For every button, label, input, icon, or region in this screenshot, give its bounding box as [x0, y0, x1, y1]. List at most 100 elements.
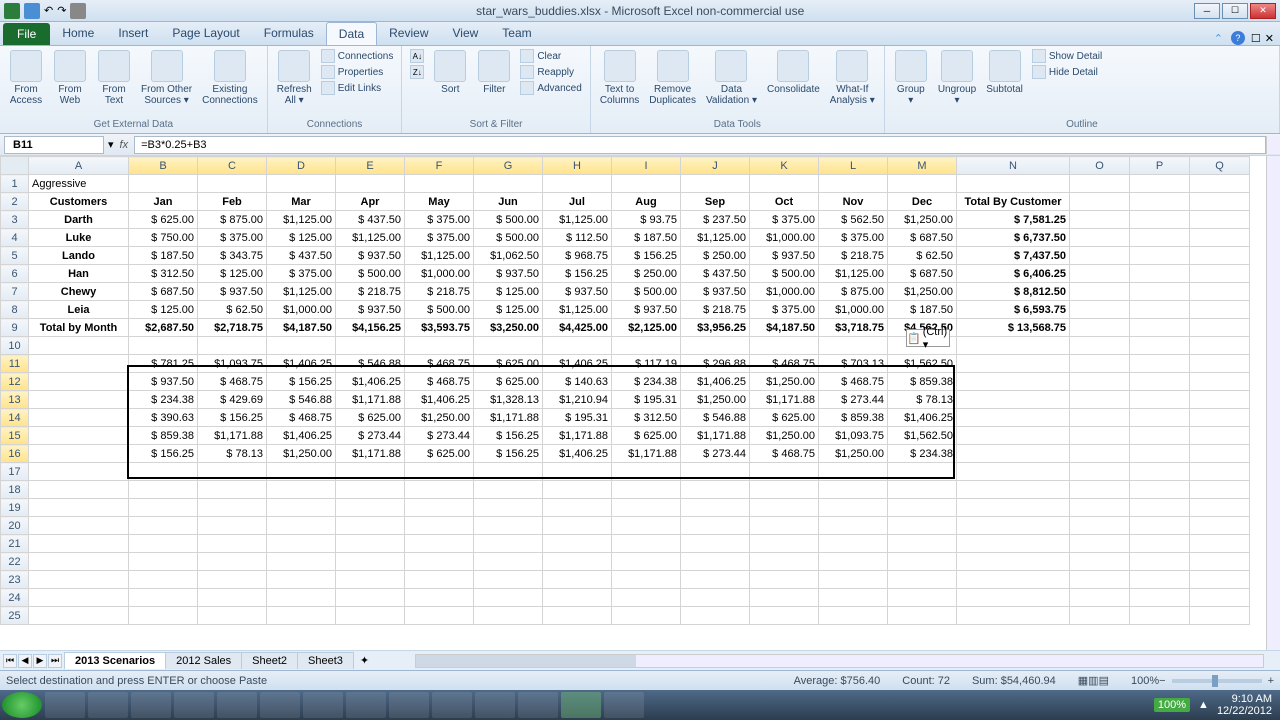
cell-Q9[interactable] [1190, 319, 1250, 337]
view-normal-icon[interactable]: ▦ [1078, 674, 1088, 687]
cell-G3[interactable]: $ 500.00 [474, 211, 543, 229]
cell-O22[interactable] [1070, 553, 1130, 571]
cell-A1[interactable]: Aggressive [29, 175, 129, 193]
cell-D25[interactable] [267, 607, 336, 625]
cell-G14[interactable]: $1,171.88 [474, 409, 543, 427]
cell-O16[interactable] [1070, 445, 1130, 463]
cell-Q25[interactable] [1190, 607, 1250, 625]
formula-input[interactable]: =B3*0.25+B3 [134, 136, 1266, 154]
cell-K17[interactable] [750, 463, 819, 481]
cell-C14[interactable]: $ 156.25 [198, 409, 267, 427]
sheet-tab-2013-scenarios[interactable]: 2013 Scenarios [64, 652, 166, 669]
tray-date[interactable]: 12/22/2012 [1217, 705, 1272, 717]
cell-I20[interactable] [612, 517, 681, 535]
cell-M16[interactable]: $ 234.38 [888, 445, 957, 463]
col-header-Q[interactable]: Q [1190, 157, 1250, 175]
cell-I12[interactable]: $ 234.38 [612, 373, 681, 391]
cell-M17[interactable] [888, 463, 957, 481]
cell-G13[interactable]: $1,328.13 [474, 391, 543, 409]
remove-duplicates-button[interactable]: RemoveDuplicates [646, 48, 699, 108]
close-button[interactable]: ✕ [1250, 3, 1276, 19]
cell-Q5[interactable] [1190, 247, 1250, 265]
cell-M11[interactable]: $1,562.50 [888, 355, 957, 373]
cell-P20[interactable] [1130, 517, 1190, 535]
cell-E14[interactable]: $ 625.00 [336, 409, 405, 427]
cell-G22[interactable] [474, 553, 543, 571]
cell-K18[interactable] [750, 481, 819, 499]
cell-L16[interactable]: $1,250.00 [819, 445, 888, 463]
cell-G7[interactable]: $ 125.00 [474, 283, 543, 301]
cell-M6[interactable]: $ 687.50 [888, 265, 957, 283]
prev-sheet-button[interactable]: ◀ [18, 654, 32, 668]
cell-I3[interactable]: $ 93.75 [612, 211, 681, 229]
cell-Q15[interactable] [1190, 427, 1250, 445]
cell-F18[interactable] [405, 481, 474, 499]
cell-M13[interactable]: $ 78.13 [888, 391, 957, 409]
cell-P3[interactable] [1130, 211, 1190, 229]
row-header-6[interactable]: 6 [1, 265, 29, 283]
col-header-H[interactable]: H [543, 157, 612, 175]
cell-K9[interactable]: $4,187.50 [750, 319, 819, 337]
cell-L1[interactable] [819, 175, 888, 193]
cell-O13[interactable] [1070, 391, 1130, 409]
clear-button[interactable]: Clear [518, 48, 583, 64]
taskbar-excel-icon[interactable] [561, 692, 601, 718]
tab-home[interactable]: Home [50, 22, 106, 45]
cell-J19[interactable] [681, 499, 750, 517]
cell-M18[interactable] [888, 481, 957, 499]
cell-E15[interactable]: $ 273.44 [336, 427, 405, 445]
cell-L5[interactable]: $ 218.75 [819, 247, 888, 265]
cell-L17[interactable] [819, 463, 888, 481]
cell-O1[interactable] [1070, 175, 1130, 193]
cell-P13[interactable] [1130, 391, 1190, 409]
cell-P1[interactable] [1130, 175, 1190, 193]
cell-C10[interactable] [198, 337, 267, 355]
row-header-1[interactable]: 1 [1, 175, 29, 193]
cell-O14[interactable] [1070, 409, 1130, 427]
close-workbook-icon[interactable]: ✕ [1265, 32, 1274, 45]
cell-D4[interactable]: $ 125.00 [267, 229, 336, 247]
cell-M5[interactable]: $ 62.50 [888, 247, 957, 265]
cell-N10[interactable] [957, 337, 1070, 355]
fx-icon[interactable]: fx [120, 139, 129, 151]
cell-H21[interactable] [543, 535, 612, 553]
cell-H3[interactable]: $1,125.00 [543, 211, 612, 229]
cell-M15[interactable]: $1,562.50 [888, 427, 957, 445]
col-header-M[interactable]: M [888, 157, 957, 175]
cell-I17[interactable] [612, 463, 681, 481]
cell-N14[interactable] [957, 409, 1070, 427]
cell-M12[interactable]: $ 859.38 [888, 373, 957, 391]
cell-L15[interactable]: $1,093.75 [819, 427, 888, 445]
col-header-A[interactable]: A [29, 157, 129, 175]
cell-O9[interactable] [1070, 319, 1130, 337]
first-sheet-button[interactable]: ⏮ [3, 654, 17, 668]
cell-B19[interactable] [129, 499, 198, 517]
cell-N12[interactable] [957, 373, 1070, 391]
cell-O8[interactable] [1070, 301, 1130, 319]
cell-B17[interactable] [129, 463, 198, 481]
cell-D13[interactable]: $ 546.88 [267, 391, 336, 409]
row-header-17[interactable]: 17 [1, 463, 29, 481]
cell-G25[interactable] [474, 607, 543, 625]
cell-A7[interactable]: Chewy [29, 283, 129, 301]
cell-H22[interactable] [543, 553, 612, 571]
cell-Q13[interactable] [1190, 391, 1250, 409]
properties-button[interactable]: Properties [319, 64, 396, 80]
cell-A3[interactable]: Darth [29, 211, 129, 229]
row-header-16[interactable]: 16 [1, 445, 29, 463]
cell-O11[interactable] [1070, 355, 1130, 373]
row-header-9[interactable]: 9 [1, 319, 29, 337]
undo-icon[interactable]: ↶ [44, 4, 53, 17]
cell-A18[interactable] [29, 481, 129, 499]
cell-I21[interactable] [612, 535, 681, 553]
taskbar-app-icon[interactable] [174, 692, 214, 718]
cell-N3[interactable]: $ 7,581.25 [957, 211, 1070, 229]
cell-O25[interactable] [1070, 607, 1130, 625]
row-header-11[interactable]: 11 [1, 355, 29, 373]
cell-N24[interactable] [957, 589, 1070, 607]
cell-M22[interactable] [888, 553, 957, 571]
cell-Q12[interactable] [1190, 373, 1250, 391]
ungroup-button[interactable]: Ungroup▾ [935, 48, 979, 108]
cell-L19[interactable] [819, 499, 888, 517]
cell-Q1[interactable] [1190, 175, 1250, 193]
